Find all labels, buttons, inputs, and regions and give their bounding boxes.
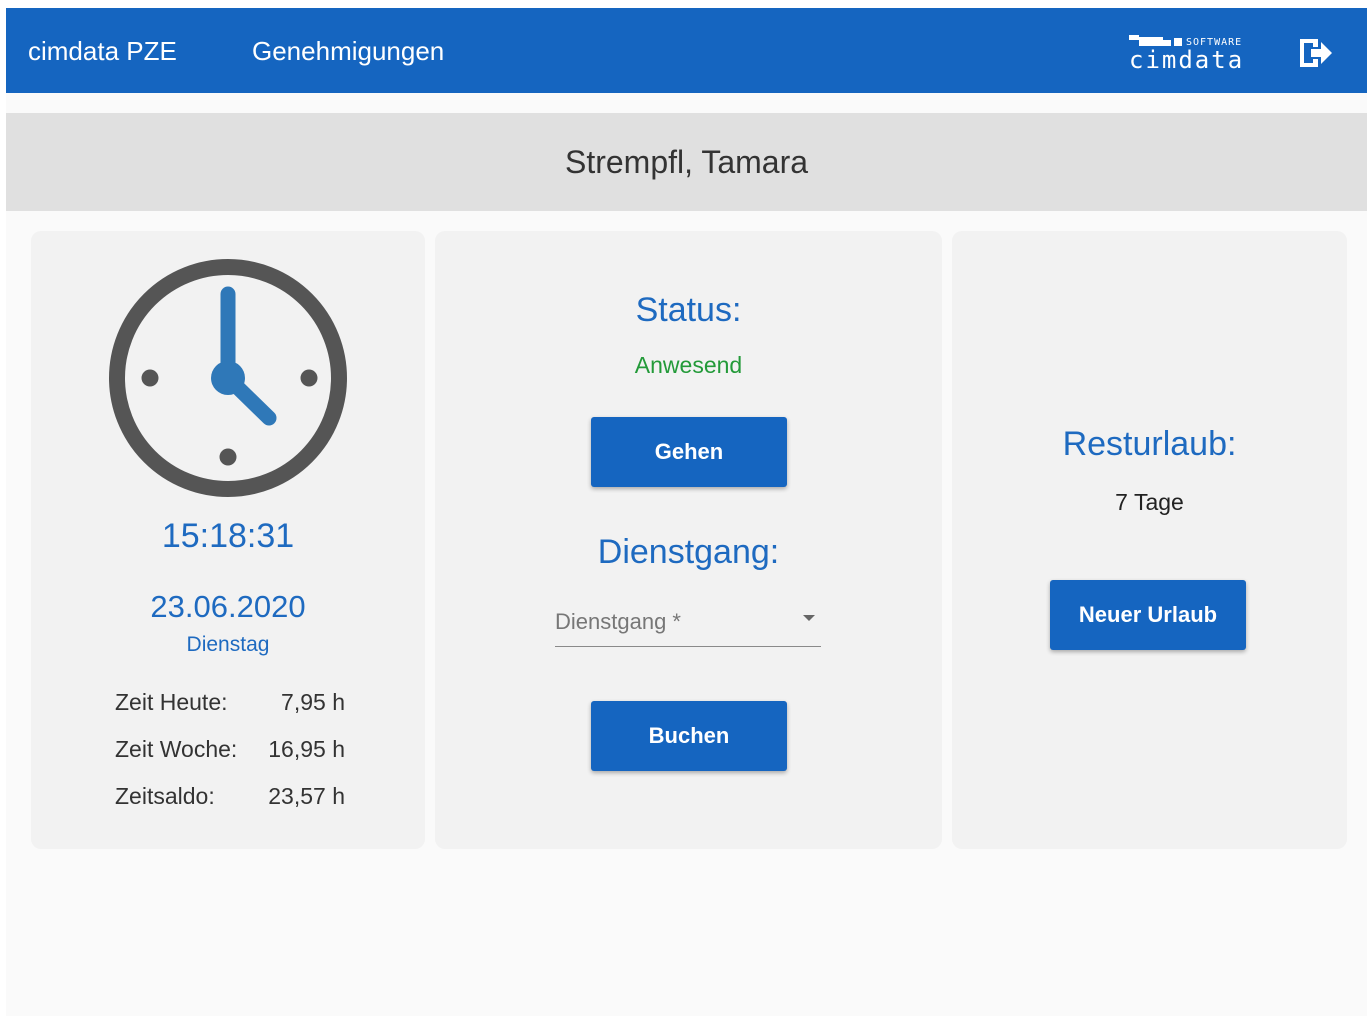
stat-label: Zeit Heute: <box>115 689 228 715</box>
logout-icon[interactable] <box>1298 36 1334 70</box>
stat-label: Zeitsaldo: <box>115 783 215 809</box>
app-page: cimdata PZE Genehmigungen SOFTWARE cimda… <box>6 8 1367 1016</box>
duty-title: Dienstgang: <box>597 533 780 571</box>
vacation-remaining: 7 Tage <box>1115 489 1184 515</box>
status-card: Status: Anwesend Gehen Dienstgang: Diens… <box>435 231 942 849</box>
nav-approvals-link[interactable]: Genehmigungen <box>252 36 444 67</box>
top-app-bar: cimdata PZE Genehmigungen SOFTWARE cimda… <box>6 8 1367 93</box>
cimdata-logo: SOFTWARE cimdata <box>1129 35 1244 72</box>
current-time: 15:18:31 <box>161 517 295 555</box>
clock-card: 15:18:31 23.06.2020 Dienstag Zeit Heute:… <box>31 231 425 849</box>
employee-name: Strempfl, Tamara <box>564 143 809 180</box>
duty-select-placeholder: Dienstgang * <box>555 609 681 634</box>
go-button[interactable]: Gehen <box>591 417 787 487</box>
status-title: Status: <box>635 291 742 329</box>
clock-icon <box>109 259 347 497</box>
brand-link[interactable]: cimdata PZE <box>28 36 177 67</box>
vacation-title: Resturlaub: <box>1062 425 1237 463</box>
status-value: Anwesend <box>634 352 743 378</box>
vacation-card: Resturlaub: 7 Tage Neuer Urlaub <box>952 231 1347 849</box>
stat-label: Zeit Woche: <box>115 736 238 762</box>
new-vacation-button[interactable]: Neuer Urlaub <box>1050 580 1246 650</box>
stat-value: 7,95 h <box>281 689 345 715</box>
current-date: 23.06.2020 <box>150 589 306 624</box>
duty-select[interactable]: Dienstgang * <box>555 601 821 647</box>
logo-big-text: cimdata <box>1129 46 1244 72</box>
current-weekday: Dienstag <box>186 633 270 656</box>
employee-name-bar: Strempfl, Tamara <box>6 113 1367 211</box>
book-button[interactable]: Buchen <box>591 701 787 771</box>
dropdown-arrow-icon <box>803 615 815 621</box>
stat-value: 16,95 h <box>268 736 345 762</box>
stat-value: 23,57 h <box>268 783 345 809</box>
